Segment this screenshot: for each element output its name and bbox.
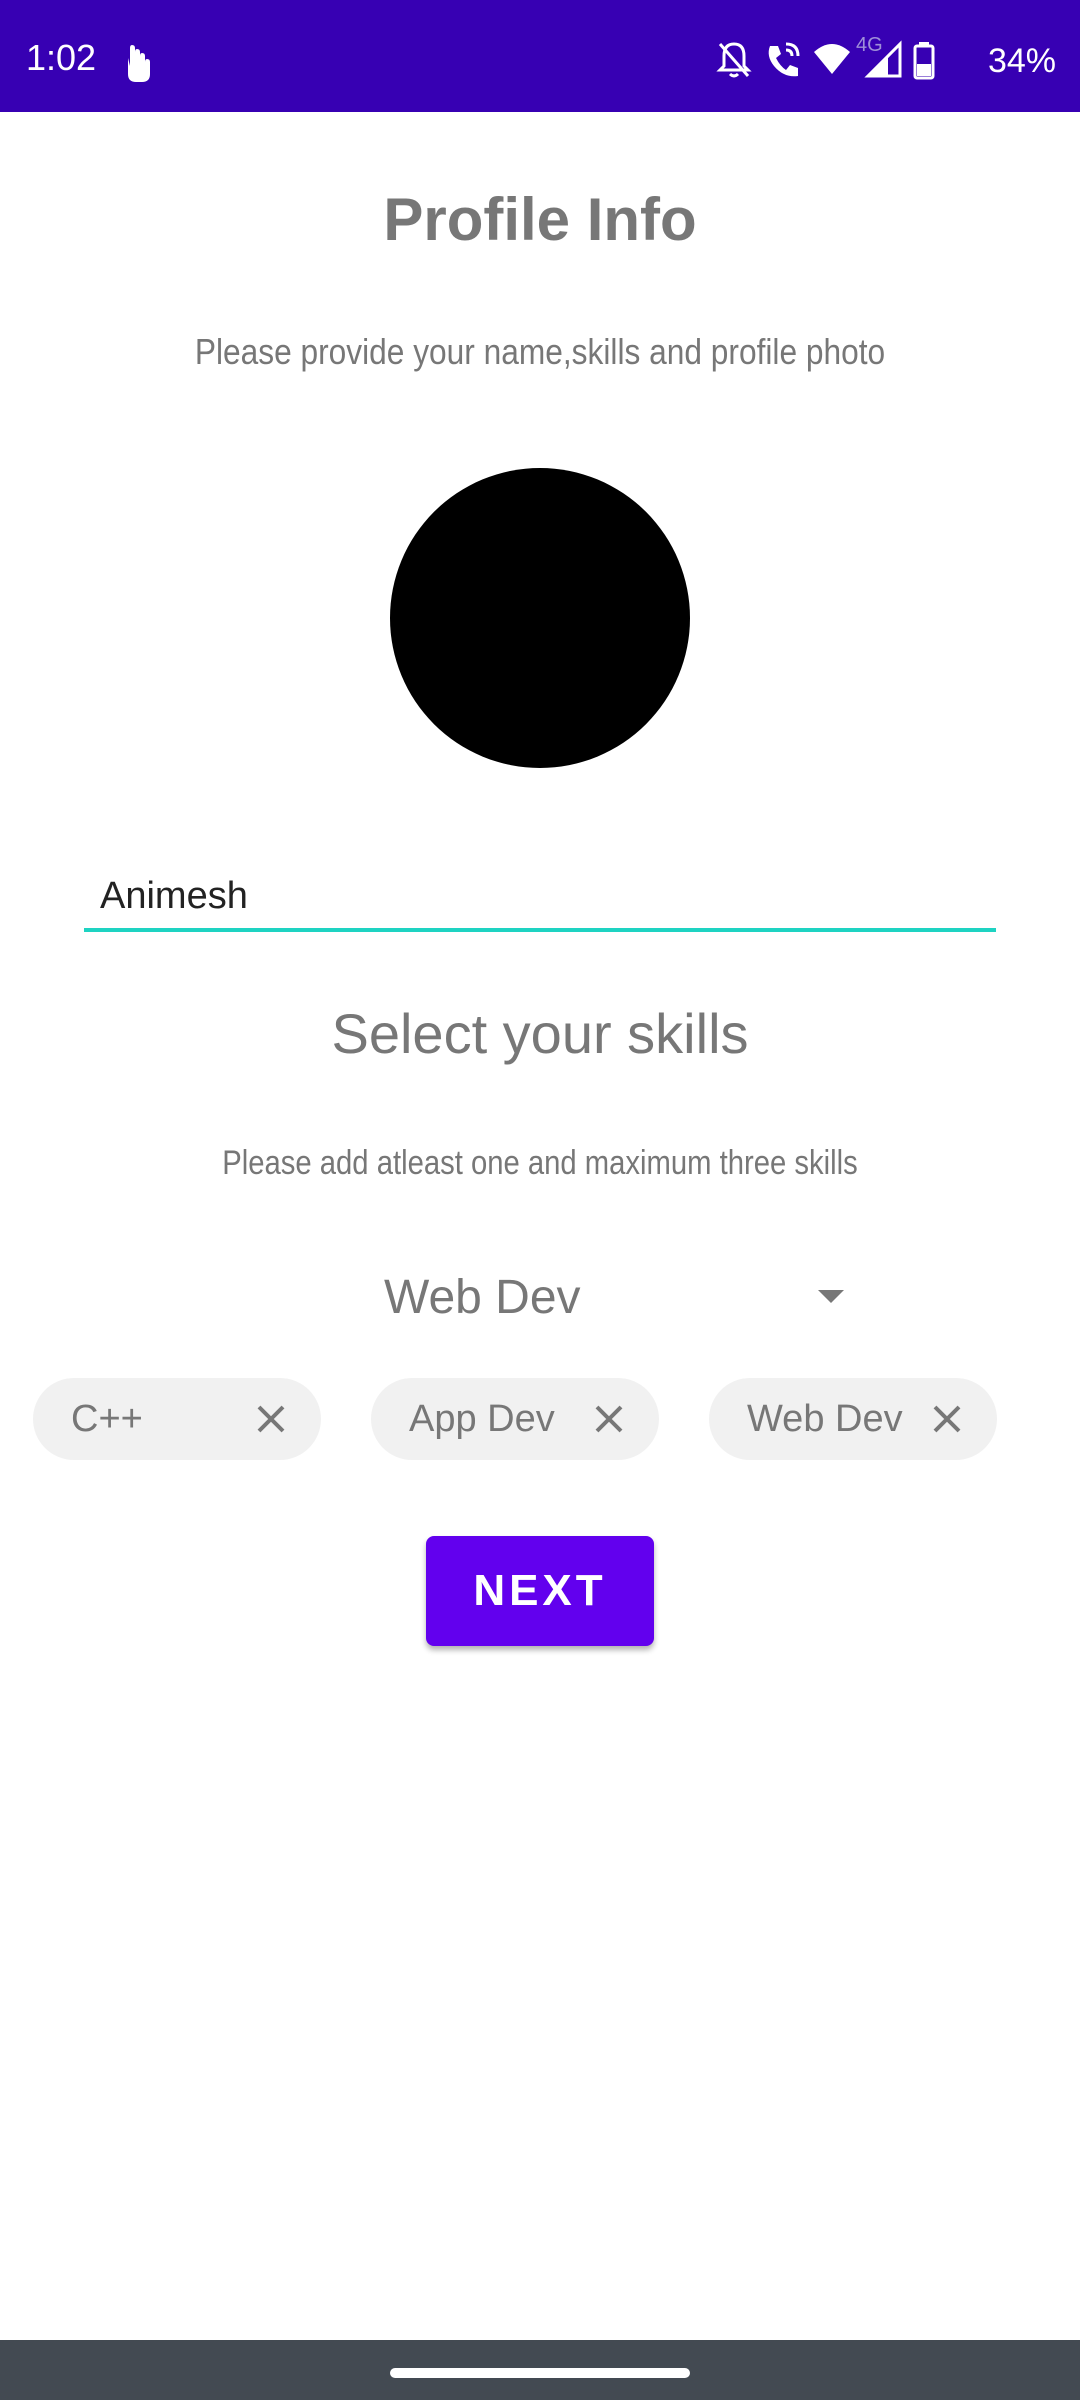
skill-dropdown-value: Web Dev [384,1271,581,1324]
touch-hand-icon [118,44,154,84]
skill-dropdown[interactable]: Web Dev [370,1262,850,1332]
dropdown-arrow-icon [818,1290,844,1303]
profile-photo-avatar[interactable] [390,468,690,768]
battery-icon [912,40,936,85]
page-subtitle: Please provide your name,skills and prof… [194,331,886,372]
battery-percentage: 34% [987,42,1056,80]
wifi-call-icon [764,40,802,85]
skills-subtitle: Please add atleast one and maximum three… [222,1144,858,1182]
home-handle[interactable] [390,2368,690,2378]
wifi-icon [812,40,852,85]
skill-chip-app-dev[interactable]: App Dev [371,1378,659,1460]
close-icon[interactable] [591,1401,627,1437]
profile-info-screen: 1:02 4G 34% Profile Info Please provide … [0,0,1080,2400]
page-title: Profile Info [383,186,697,253]
next-button[interactable]: NEXT [426,1536,654,1646]
status-bar: 1:02 4G 34% [0,0,1080,112]
navigation-bar [0,2340,1080,2400]
name-field[interactable] [84,866,996,932]
skill-chip-cpp[interactable]: C++ [33,1378,321,1460]
close-icon[interactable] [929,1401,965,1437]
bell-off-icon [716,40,752,85]
skill-chip-web-dev[interactable]: Web Dev [709,1378,997,1460]
name-input[interactable] [84,866,996,926]
skill-chip-label: App Dev [409,1398,555,1440]
signal-icon [864,40,904,85]
skills-title: Select your skills [331,1002,749,1065]
close-icon[interactable] [253,1401,289,1437]
status-icons: 4G 34% [716,34,1056,80]
status-time: 1:02 [26,37,97,78]
skill-chip-label: Web Dev [747,1398,903,1440]
skill-chip-label: C++ [71,1398,143,1440]
